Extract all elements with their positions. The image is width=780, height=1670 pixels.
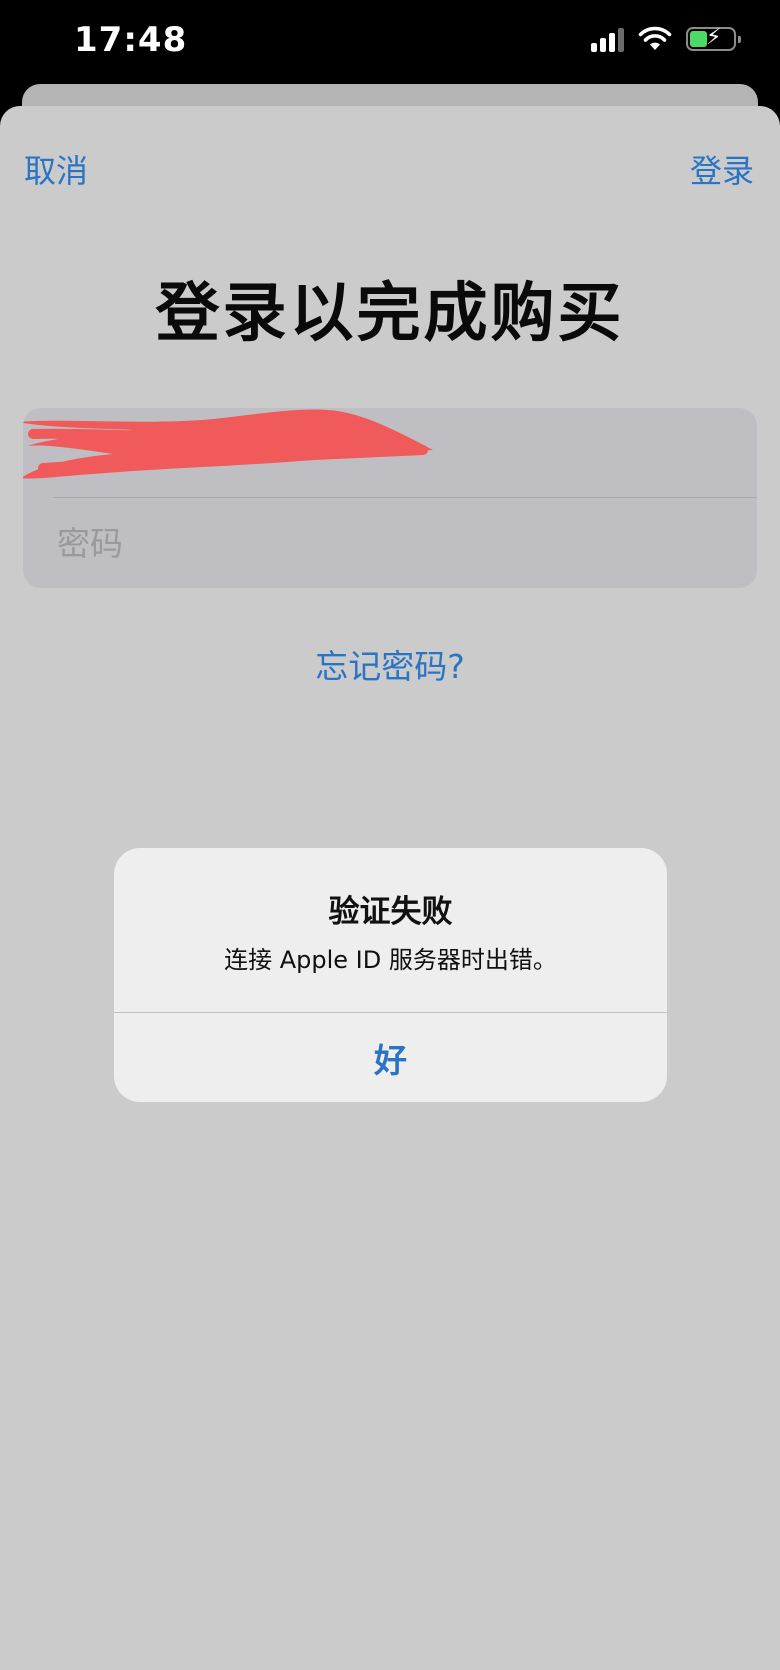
alert-ok-button[interactable]: 好 [114, 1013, 667, 1102]
apple-id-field[interactable] [23, 408, 757, 497]
alert-message: 连接 Apple ID 服务器时出错。 [224, 946, 557, 974]
page-title: 登录以完成购买 [155, 277, 625, 351]
status-time: 17:48 [74, 20, 188, 60]
redaction-scribble [23, 409, 433, 479]
status-icons: ⚡ [591, 25, 741, 52]
credentials-form [23, 408, 757, 588]
cellular-signal-icon [591, 26, 624, 52]
cancel-button[interactable]: 取消 [24, 146, 88, 192]
login-button[interactable]: 登录 [690, 146, 754, 192]
battery-charging-icon: ⚡ [686, 25, 741, 51]
forgot-password-link[interactable]: 忘记密码? [0, 640, 780, 688]
alert-title: 验证失败 [328, 894, 453, 930]
password-field[interactable] [23, 498, 757, 588]
status-bar: 17:48 ⚡ [0, 0, 780, 86]
verification-failed-alert: 验证失败 连接 Apple ID 服务器时出错。 好 [114, 848, 667, 1102]
sign-in-sheet: 取消 登录 登录以完成购买 忘记密码? 验证失败 连接 Apple ID 服务器… [0, 106, 780, 1670]
wifi-icon [638, 26, 672, 50]
screen: 17:48 ⚡ 取消 登录 登录以完成购买 忘记密码? 验证失败 连接 Appl… [0, 0, 780, 1670]
